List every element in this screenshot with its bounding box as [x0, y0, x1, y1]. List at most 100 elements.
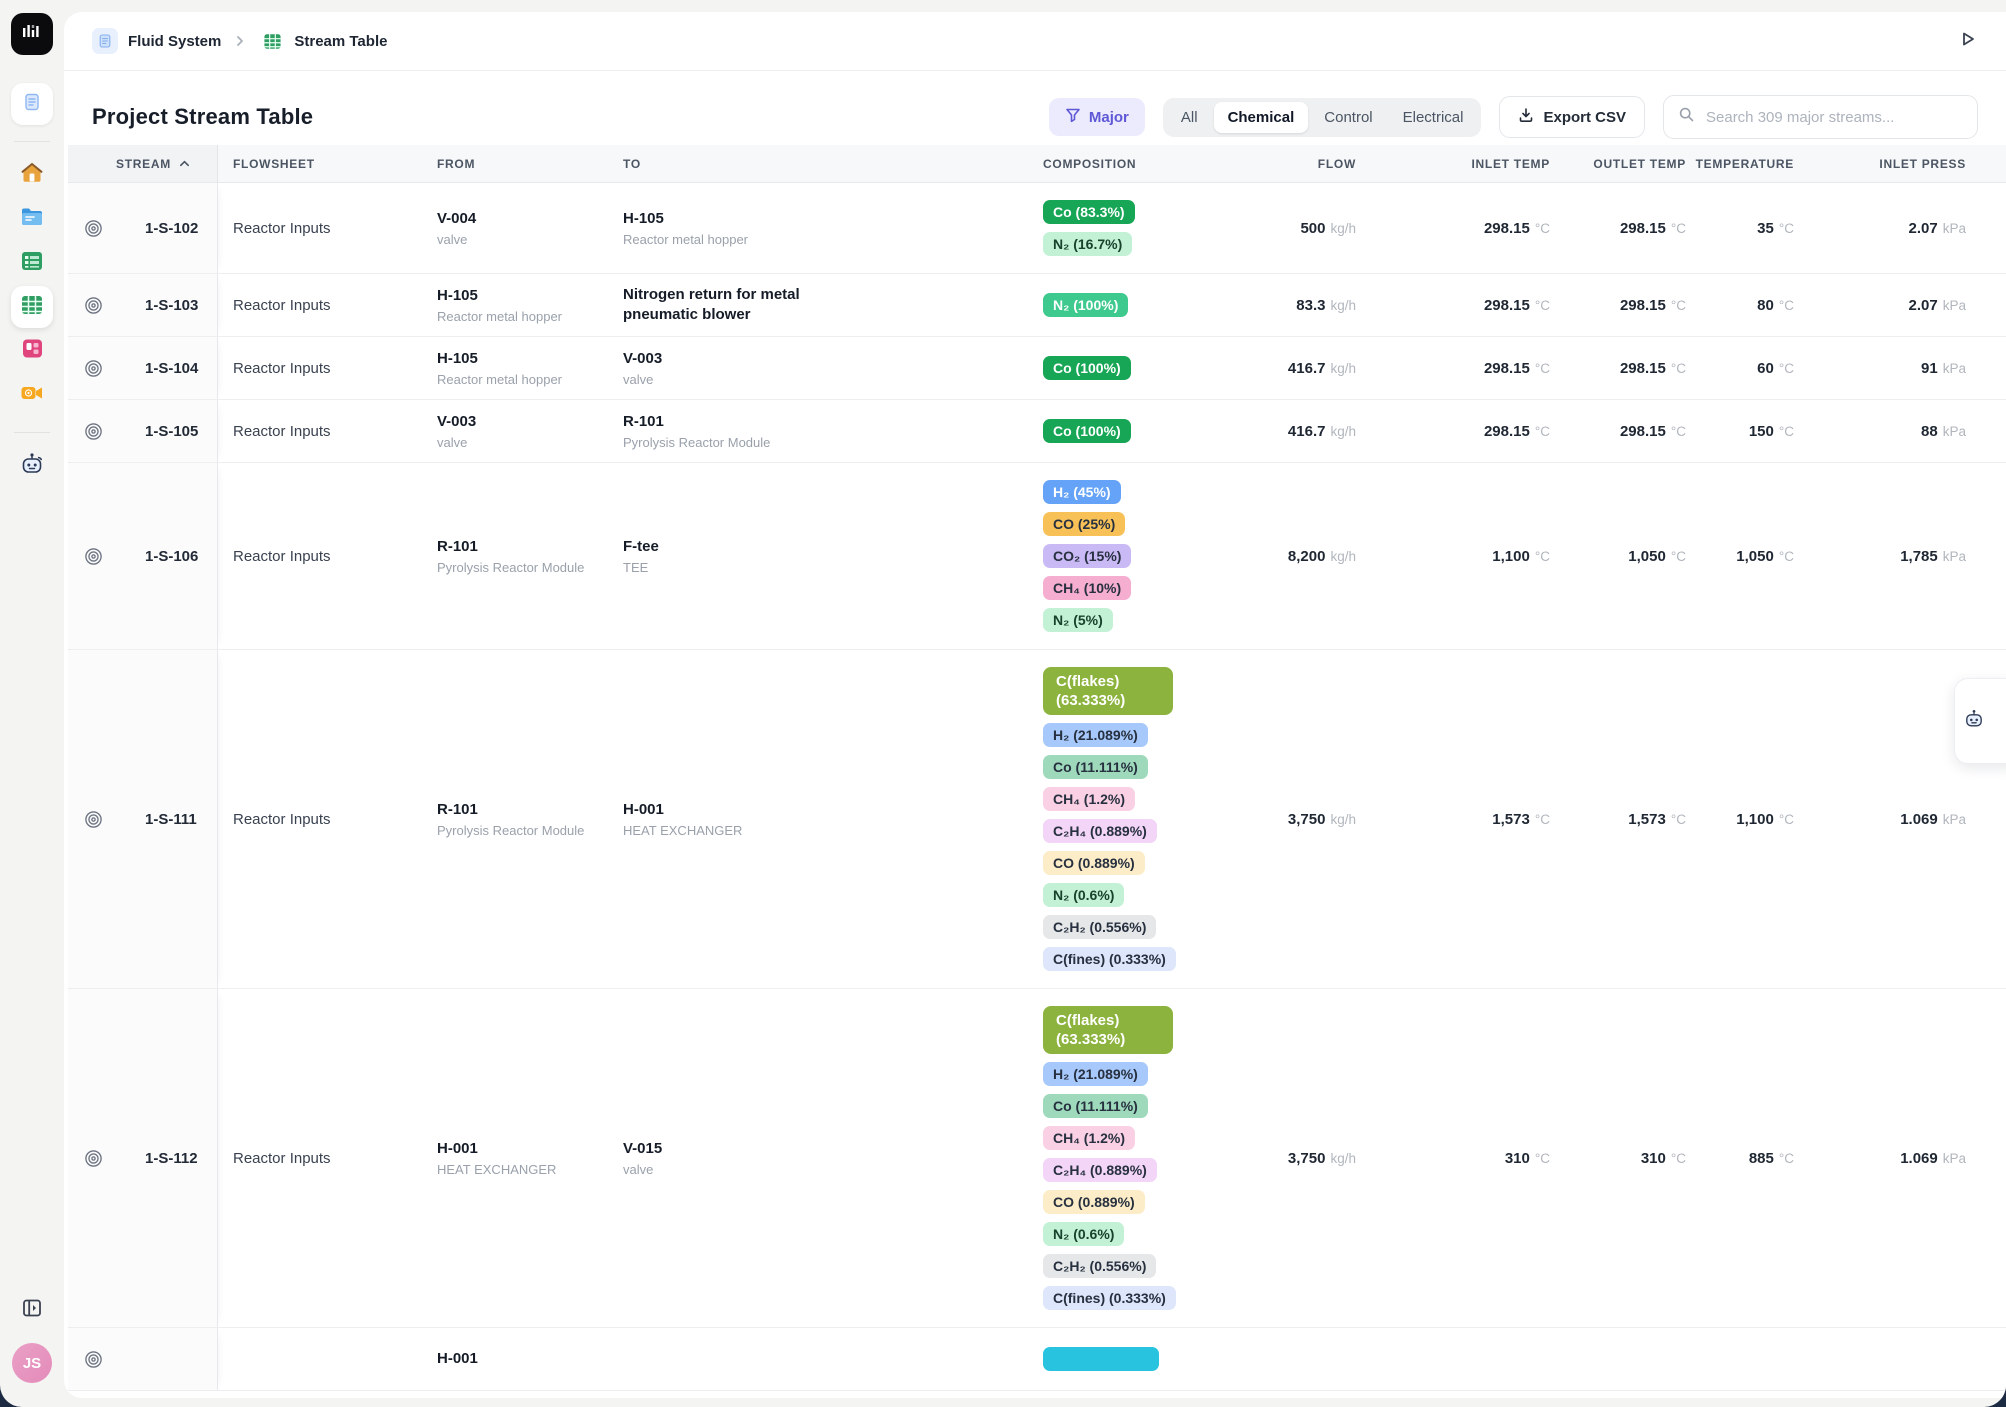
stream-table-crumb-icon [259, 28, 285, 54]
stream-id: 1-S-104 [145, 360, 198, 377]
temperature-cell [1686, 1328, 1794, 1390]
table-row-1-s-112[interactable]: 1-S-112Reactor InputsH-001HEAT EXCHANGER… [68, 989, 2006, 1328]
search-input[interactable] [1704, 108, 1963, 127]
table-row-1-s-102[interactable]: 1-S-102Reactor InputsV-004valveH-105Reac… [68, 183, 2006, 274]
table-row-partial[interactable]: H-001 [68, 1328, 2006, 1391]
column-header-flow[interactable]: FLOW [1268, 145, 1356, 182]
sidebar-item-stream-table[interactable] [11, 286, 53, 328]
from-node: R-101Pyrolysis Reactor Module [437, 650, 623, 988]
flow-cell: 83.3kg/h [1268, 274, 1356, 336]
composition-badge: Co (11.111%) [1043, 755, 1148, 779]
run-button[interactable] [1958, 29, 1978, 54]
composition-badge: Co (100%) [1043, 356, 1131, 380]
table-row-1-s-103[interactable]: 1-S-103Reactor InputsH-105Reactor metal … [68, 274, 2006, 337]
tab-control[interactable]: Control [1310, 102, 1386, 133]
to-node-name: H-105 [623, 209, 748, 229]
column-header-flowsheet[interactable]: FLOWSHEET [218, 145, 437, 182]
page-title: Project Stream Table [92, 104, 313, 130]
sidebar-item-assistant[interactable] [11, 445, 53, 487]
to-node-name: F-tee [623, 537, 659, 557]
column-header-outlet-temp[interactable]: OUTLET TEMP [1550, 145, 1686, 182]
to-node-name: Nitrogen return for metal pneumatic blow… [623, 285, 803, 325]
sort-ascending-icon [179, 158, 190, 169]
tab-chemical[interactable]: Chemical [1214, 102, 1309, 133]
locate-stream-target-icon[interactable] [84, 359, 103, 378]
to-node-description: Reactor metal hopper [623, 232, 748, 247]
column-header-from[interactable]: FROM [437, 145, 623, 182]
table-row-1-s-105[interactable]: 1-S-105Reactor InputsV-003valveR-101Pyro… [68, 400, 2006, 463]
panel-toggle-icon [21, 1297, 43, 1324]
composition-cell: C(flakes) (63.333%) H₂ (21.089%) Co (11.11… [1043, 650, 1268, 988]
flowsheet-cell: Reactor Inputs [218, 650, 437, 988]
outlet-temp-cell [1550, 1328, 1686, 1390]
user-avatar[interactable]: JS [12, 1343, 52, 1383]
inlet-temp-cell: 298.15°C [1356, 337, 1550, 399]
locate-stream-target-icon[interactable] [84, 1350, 103, 1369]
flowsheet-name: Reactor Inputs [218, 811, 331, 828]
assistant-flyout-button[interactable] [1954, 678, 2006, 764]
from-node-description: HEAT EXCHANGER [437, 1162, 556, 1177]
composition-badge: N₂ (100%) [1043, 293, 1128, 317]
sidebar-item-document[interactable] [11, 83, 53, 125]
table-row-1-s-106[interactable]: 1-S-106Reactor InputsR-101Pyrolysis Reac… [68, 463, 2006, 650]
sidebar-collapse-button[interactable] [17, 1295, 47, 1325]
tab-electrical[interactable]: Electrical [1389, 102, 1478, 133]
sidebar-item-table-list[interactable] [11, 242, 53, 284]
breadcrumb-project[interactable]: Fluid System [128, 33, 221, 50]
composition-badge: N₂ (16.7%) [1043, 232, 1132, 256]
stream-id: 1-S-111 [145, 811, 197, 828]
column-header-temperature[interactable]: TEMPERATURE [1686, 145, 1794, 182]
column-header-stream[interactable]: STREAM [68, 145, 218, 182]
play-icon [1958, 29, 1978, 54]
stream-cell: 1-S-111 [68, 650, 218, 988]
locate-stream-target-icon[interactable] [84, 1149, 103, 1168]
inlet-press-cell: 2.07kPa [1794, 183, 1966, 273]
column-header-inlet-press[interactable]: INLET PRESS [1794, 145, 1966, 182]
sidebar-item-board[interactable] [11, 330, 53, 372]
composition-badge: CO (0.889%) [1043, 1190, 1145, 1214]
locate-stream-target-icon[interactable] [84, 547, 103, 566]
locate-stream-target-icon[interactable] [84, 422, 103, 441]
breadcrumb-page[interactable]: Stream Table [294, 33, 387, 50]
locate-stream-target-icon[interactable] [84, 296, 103, 315]
stream-cell [68, 1328, 218, 1390]
stream-cell: 1-S-102 [68, 183, 218, 273]
major-filter-button[interactable]: Major [1049, 98, 1145, 136]
inlet-temp-cell: 298.15°C [1356, 274, 1550, 336]
inlet-temp-cell [1356, 1328, 1550, 1390]
sidebar-item-home[interactable] [11, 154, 53, 196]
table-row-1-s-111[interactable]: 1-S-111 Reactor Inputs R-101Pyrolysis Reac… [68, 650, 2006, 989]
composition-badge: C(flakes) (63.333%) [1043, 1006, 1173, 1054]
composition-badge: C(flakes) (63.333%) [1043, 667, 1173, 715]
outlet-temp-cell: 298.15°C [1550, 337, 1686, 399]
stream-cell: 1-S-106 [68, 463, 218, 649]
export-csv-button[interactable]: Export CSV [1499, 96, 1645, 138]
app-logo[interactable] [11, 13, 53, 55]
column-header-inlet-temp[interactable]: INLET TEMP [1356, 145, 1550, 182]
column-header-composition[interactable]: COMPOSITION [1043, 145, 1268, 182]
sidebar-item-files[interactable] [11, 198, 53, 240]
flow-cell [1268, 1328, 1356, 1390]
composition-badge: H₂ (21.089%) [1043, 723, 1148, 747]
inlet-press-cell [1794, 1328, 1966, 1390]
locate-stream-target-icon[interactable] [84, 219, 103, 238]
tab-all[interactable]: All [1167, 102, 1212, 133]
from-node: H-001 [437, 1328, 623, 1390]
composition-badge: C(fines) (0.333%) [1043, 947, 1176, 971]
composition-badge: Co (83.3%) [1043, 200, 1135, 224]
robot-icon [1963, 708, 1985, 735]
table-row-1-s-104[interactable]: 1-S-104 Reactor InputsH-105Reactor metal … [68, 337, 2006, 400]
locate-stream-target-icon[interactable] [84, 810, 103, 829]
column-header-outlet-press[interactable]: OUTLET PRESS [1966, 145, 2006, 182]
to-node-description: valve [623, 1162, 662, 1177]
temperature-cell: 35°C [1686, 183, 1794, 273]
stream-cell: 1-S-105 [68, 400, 218, 462]
sidebar-item-recordings[interactable] [11, 374, 53, 416]
composition-badge: C₂H₄ (0.889%) [1043, 819, 1157, 843]
composition-badge: N₂ (0.6%) [1043, 883, 1124, 907]
flowsheet-cell: Reactor Inputs [218, 337, 437, 399]
inlet-temp-cell: 298.15°C [1356, 400, 1550, 462]
column-header-to[interactable]: TO [623, 145, 1043, 182]
from-node: H-105Reactor metal hopper [437, 337, 623, 399]
to-node-name: V-015 [623, 1139, 662, 1159]
